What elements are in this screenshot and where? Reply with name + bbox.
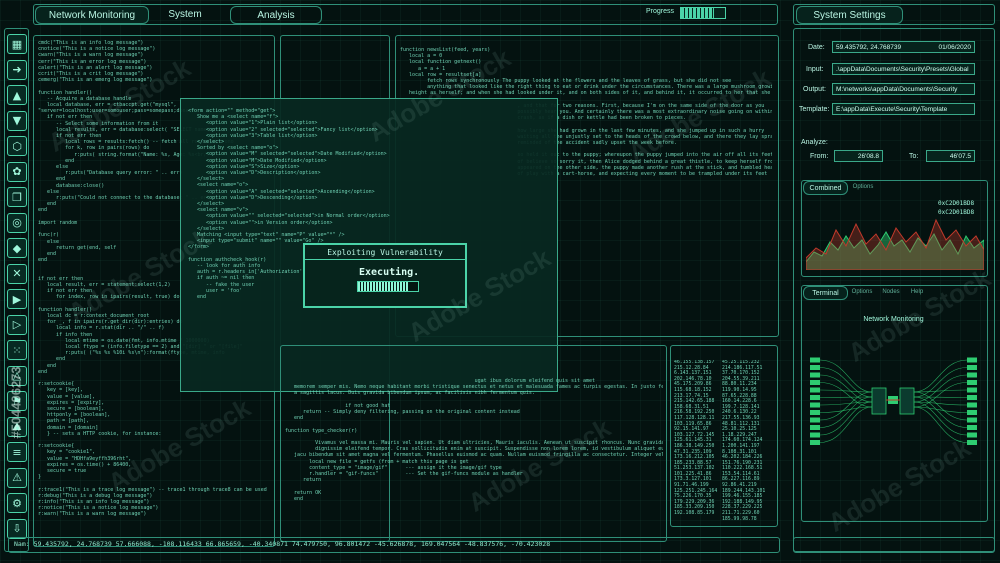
- network-node: [967, 425, 977, 430]
- date-value: 01/06/2020: [938, 43, 971, 51]
- settings-status-bar: [793, 537, 995, 553]
- network-node: [967, 395, 977, 400]
- status-bar-text: Nam: 59.435792, 24.768739 57.666088, -10…: [14, 540, 551, 548]
- network-node: [810, 387, 820, 393]
- code-line: r:warn("This is a warn log message"): [38, 511, 147, 518]
- dice-icon[interactable]: ⁙: [7, 340, 27, 360]
- network-node: [967, 440, 977, 445]
- play-outline-icon[interactable]: ▷: [7, 314, 27, 335]
- network-node: [967, 410, 977, 415]
- ip-address: 185.99.98.78: [722, 516, 757, 522]
- network-node: [810, 380, 820, 385]
- network-link: [819, 374, 873, 403]
- network-node: [810, 410, 820, 415]
- dialog-progress-fill: [358, 282, 409, 291]
- numbers-column-1: 46.155.138.157 215.12.28.84 6.143.137.151 2…: [674, 360, 724, 522]
- logs-icon[interactable]: ≡: [7, 442, 27, 462]
- header-progress-fill: [681, 8, 714, 18]
- to-label: To:: [909, 153, 919, 160]
- hex-value-1: 0xC2D01BD8: [938, 200, 975, 207]
- network-link: [913, 367, 968, 398]
- network-link: [913, 374, 968, 403]
- fingerprint-icon[interactable]: ◎: [7, 212, 27, 233]
- network-node: [810, 440, 820, 445]
- network-node: [810, 417, 820, 423]
- tab-terminal-options[interactable]: Options: [848, 286, 876, 298]
- numbers-column-2: 45.25.115.232 214.186.117.51 37.70.170.152…: [722, 360, 774, 522]
- date-coords: 59.435792, 24.768739: [836, 43, 902, 51]
- network-node: [967, 372, 977, 378]
- input-label: Input:: [806, 66, 824, 73]
- gear-icon[interactable]: ⚙: [7, 493, 27, 513]
- settings-title-tab: System Settings: [796, 6, 903, 24]
- from-label: From:: [810, 153, 829, 160]
- network-node: [810, 432, 820, 438]
- date-field[interactable]: 59.435792, 24.768739 01/06/2020: [832, 41, 975, 53]
- dialog-title: Exploiting Vulnerability: [305, 247, 465, 260]
- network-node: [810, 402, 820, 408]
- chevron-down-icon[interactable]: ▼: [7, 110, 27, 131]
- input-path-field[interactable]: .\appData\Documents\Security\Presets\Glo…: [832, 63, 975, 75]
- hub-node: [899, 387, 915, 415]
- code-line: r:trace1("This is a trace log message") …: [38, 486, 267, 493]
- to-field[interactable]: 46'07.5: [926, 150, 975, 162]
- diamond-icon[interactable]: ◆: [7, 238, 27, 258]
- date-label: Date:: [808, 44, 825, 51]
- template-path-field[interactable]: E:\appData\Execute\Security\Template: [832, 103, 975, 115]
- chart-red-area: [806, 218, 984, 270]
- x-icon[interactable]: ✕: [7, 263, 27, 284]
- template-label: Template:: [799, 106, 830, 113]
- network-link: [819, 367, 873, 398]
- chevron-up-icon[interactable]: ▲: [7, 85, 27, 105]
- network-node: [967, 432, 977, 438]
- from-field[interactable]: 26'08.8: [834, 150, 883, 162]
- code-line: jacu bibendum sit amet magna vel ferment…: [294, 452, 663, 459]
- download-icon[interactable]: ⇩: [7, 518, 27, 539]
- analyze-label: Analyze:: [801, 139, 828, 146]
- network-node: [810, 365, 820, 370]
- network-link: [819, 401, 873, 436]
- header-progress-bar: [680, 7, 726, 19]
- ip-address: 192.108.85.179: [674, 511, 715, 517]
- dialog-progress-bar: [357, 281, 419, 292]
- tab-nodes[interactable]: Nodes: [878, 286, 904, 298]
- network-node: [810, 357, 820, 363]
- output-label: Output:: [803, 86, 826, 93]
- network-link: [913, 396, 968, 398]
- network-link: [819, 382, 873, 408]
- dialog-status: Executing.: [359, 267, 420, 278]
- hub-node: [871, 387, 887, 415]
- network-node: [967, 387, 977, 393]
- grid-icon[interactable]: ▦: [7, 34, 27, 54]
- app-title-tab[interactable]: Network Monitoring: [35, 6, 149, 24]
- watermark-id: #504406273: [8, 366, 24, 439]
- network-node: [967, 357, 977, 363]
- network-node: [810, 395, 820, 400]
- network-node: [967, 380, 977, 385]
- combined-chart: [806, 218, 984, 270]
- tab-analysis[interactable]: Analysis: [230, 6, 322, 24]
- network-node: [810, 372, 820, 378]
- network-node: [967, 417, 977, 423]
- network-node: [967, 365, 977, 370]
- play-icon[interactable]: ▶: [7, 289, 27, 309]
- tab-combined[interactable]: Combined: [803, 181, 848, 195]
- circles-icon[interactable]: ✿: [7, 161, 27, 182]
- network-link: [819, 396, 873, 398]
- arrow-right-icon[interactable]: ➜: [7, 59, 27, 80]
- progress-label: Progress: [646, 8, 675, 15]
- copy-icon[interactable]: ❐: [7, 187, 27, 207]
- output-path-field[interactable]: M:\networks\appData\Documents\Security: [832, 83, 975, 95]
- network-link: [913, 406, 968, 413]
- tab-combined-options[interactable]: Options: [848, 181, 878, 193]
- network-node: [810, 425, 820, 430]
- alert-icon[interactable]: ⚠: [7, 467, 27, 488]
- hexagon-icon[interactable]: ⬡: [7, 136, 27, 156]
- tab-terminal[interactable]: Terminal: [803, 286, 848, 300]
- network-link: [913, 401, 968, 436]
- network-node: [967, 402, 977, 408]
- tab-system[interactable]: System: [150, 6, 220, 22]
